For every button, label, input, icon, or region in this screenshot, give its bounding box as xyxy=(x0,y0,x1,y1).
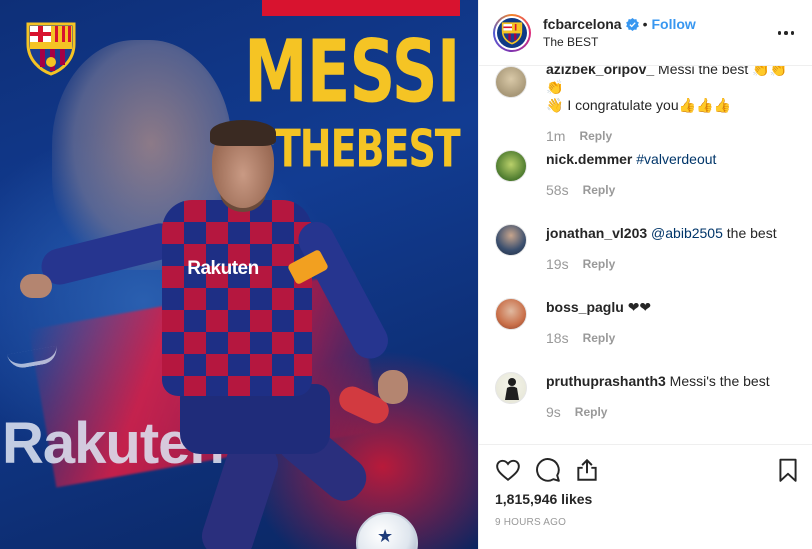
comment-item: pruthuprashanth3 Messi's the best 9s Rep… xyxy=(495,372,799,420)
comment-item: nick.demmer #valverdeout 58s Reply xyxy=(495,150,799,198)
comment-username[interactable]: jonathan_vl203 xyxy=(546,225,647,241)
shirt-sponsor-text: Rakuten xyxy=(187,258,259,279)
post-timestamp[interactable]: 9 HOURS AGO xyxy=(495,517,566,528)
comment-time: 9s xyxy=(546,404,561,420)
header-separator: • xyxy=(642,16,648,32)
comment-text: ❤❤ xyxy=(627,299,652,315)
comment-text: the best xyxy=(722,225,777,241)
player-hair xyxy=(210,120,276,146)
player-left-hand xyxy=(20,274,52,298)
comment-username[interactable]: boss_paglu xyxy=(546,299,624,315)
more-options-icon[interactable] xyxy=(774,24,798,42)
comment-icon[interactable] xyxy=(535,457,563,485)
comment-username[interactable]: azizbek_oripov_ xyxy=(546,66,654,77)
comment-time: 1m xyxy=(546,128,566,144)
comments-list[interactable]: azizbek_oripov_ Messi the best 👏👏👏 👋 I c… xyxy=(479,66,812,444)
comment-username[interactable]: nick.demmer xyxy=(546,151,632,167)
reply-button[interactable]: Reply xyxy=(583,257,616,271)
comment-item: azizbek_oripov_ Messi the best 👏👏👏 👋 I c… xyxy=(495,66,799,144)
comment-time: 19s xyxy=(546,256,569,272)
reply-button[interactable]: Reply xyxy=(583,183,616,197)
bookmark-icon[interactable] xyxy=(775,457,803,485)
comment-text-line2: 👋 I congratulate you👍👍👍 xyxy=(546,97,731,113)
comment-time: 18s xyxy=(546,330,569,346)
comment-mention[interactable]: @abib2505 xyxy=(651,225,723,241)
comment-hashtag[interactable]: #valverdeout xyxy=(636,151,716,167)
fcb-crest-icon xyxy=(497,17,527,48)
profile-avatar[interactable] xyxy=(493,13,531,52)
player-left-arm xyxy=(37,219,183,289)
commenter-avatar[interactable] xyxy=(495,372,527,404)
reply-button[interactable]: Reply xyxy=(579,129,612,143)
verified-badge-icon xyxy=(625,17,639,31)
post-image[interactable]: MESSI #THEBEST Rakuten Rakuten xyxy=(0,0,478,549)
commenter-avatar[interactable] xyxy=(495,224,527,256)
post-actions: 1,815,946 likes 9 HOURS AGO xyxy=(479,444,812,549)
commenter-avatar[interactable] xyxy=(495,66,527,98)
comment-item: jonathan_vl203 @abib2505 the best 19s Re… xyxy=(495,224,799,272)
post-header: fcbarcelona • Follow The BEST xyxy=(479,0,812,66)
commenter-avatar[interactable] xyxy=(495,150,527,182)
comment-username[interactable]: pruthuprashanth3 xyxy=(546,373,666,389)
comment-item: boss_paglu ❤❤ 18s Reply xyxy=(495,298,799,346)
reply-button[interactable]: Reply xyxy=(583,331,616,345)
comment-text: Messi's the best xyxy=(669,373,770,389)
header-username[interactable]: fcbarcelona xyxy=(543,16,622,32)
silhouette-icon xyxy=(505,378,519,400)
follow-button[interactable]: Follow xyxy=(652,16,696,32)
post-sidebar: fcbarcelona • Follow The BEST azizbek_or… xyxy=(478,0,812,549)
likes-count[interactable]: 1,815,946 likes xyxy=(495,491,592,507)
football xyxy=(356,512,418,549)
comment-time: 58s xyxy=(546,182,569,198)
share-icon[interactable] xyxy=(574,457,602,485)
post-location[interactable]: The BEST xyxy=(543,35,696,49)
player-figure: Rakuten xyxy=(0,0,478,549)
player-shirt xyxy=(162,200,312,396)
reply-button[interactable]: Reply xyxy=(575,405,608,419)
commenter-avatar[interactable] xyxy=(495,298,527,330)
heart-icon[interactable] xyxy=(495,457,523,485)
player-right-hand xyxy=(378,370,408,404)
